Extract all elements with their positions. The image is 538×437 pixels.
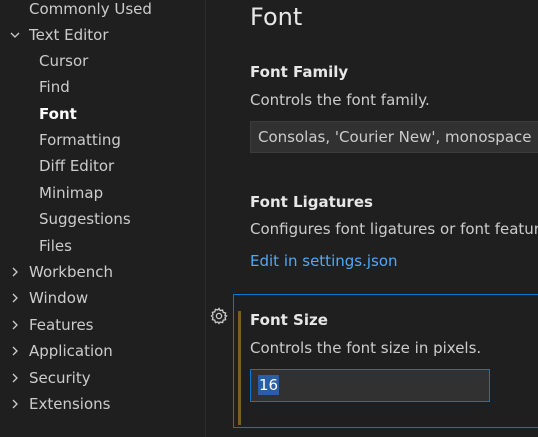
toc-item-label: Workbench [29,263,113,281]
settings-toc-tree: Commonly Used Text Editor Cursor Find Fo… [0,0,206,437]
chevron-right-icon[interactable] [8,391,22,417]
toc-item-label: Features [29,316,94,334]
chevron-right-icon[interactable] [8,312,22,338]
chevron-down-icon[interactable] [8,22,22,48]
toc-item-label: Text Editor [29,26,109,44]
modified-indicator [238,311,241,425]
chevron-right-icon[interactable] [8,338,22,364]
edit-in-settings-json-link[interactable]: Edit in settings.json [250,252,398,270]
toc-item-label: Security [29,369,91,387]
toc-item-label: Files [39,237,72,255]
font-size-value: 16 [258,375,280,395]
setting-description-font-size: Controls the font size in pixels. [250,339,482,357]
setting-title-font-family: Font Family [250,63,349,81]
toc-item-label: Formatting [39,131,121,149]
toc-item-label: Extensions [29,395,111,413]
settings-list: Font Font Family Controls the font famil… [206,0,538,437]
toc-item-label: Application [29,342,113,360]
section-title: Font [250,3,303,31]
chevron-right-icon[interactable] [8,285,22,311]
chevron-right-icon[interactable] [8,365,22,391]
setting-description-font-ligatures: Configures font ligatures or font featur… [250,220,538,238]
toc-item-label: Window [29,289,89,307]
font-family-input[interactable]: Consolas, 'Courier New', monospace [250,121,538,153]
toc-item-label: Diff Editor [39,157,115,175]
font-size-input[interactable]: 16 [250,369,490,402]
toc-item-label: Minimap [39,184,104,202]
settings-editor: Commonly Used Text Editor Cursor Find Fo… [0,0,538,437]
setting-description-font-family: Controls the font family. [250,91,430,109]
toc-item-label: Cursor [39,52,89,70]
setting-title-font-ligatures: Font Ligatures [250,193,373,211]
toc-item-label: Font [39,105,77,123]
chevron-right-icon[interactable] [8,259,22,285]
toc-item-label: Find [39,78,70,96]
setting-title-font-size: Font Size [250,311,328,329]
toc-item-label: Suggestions [39,210,131,228]
toc-item-label: Commonly Used [29,0,152,18]
gear-icon[interactable] [209,306,229,326]
